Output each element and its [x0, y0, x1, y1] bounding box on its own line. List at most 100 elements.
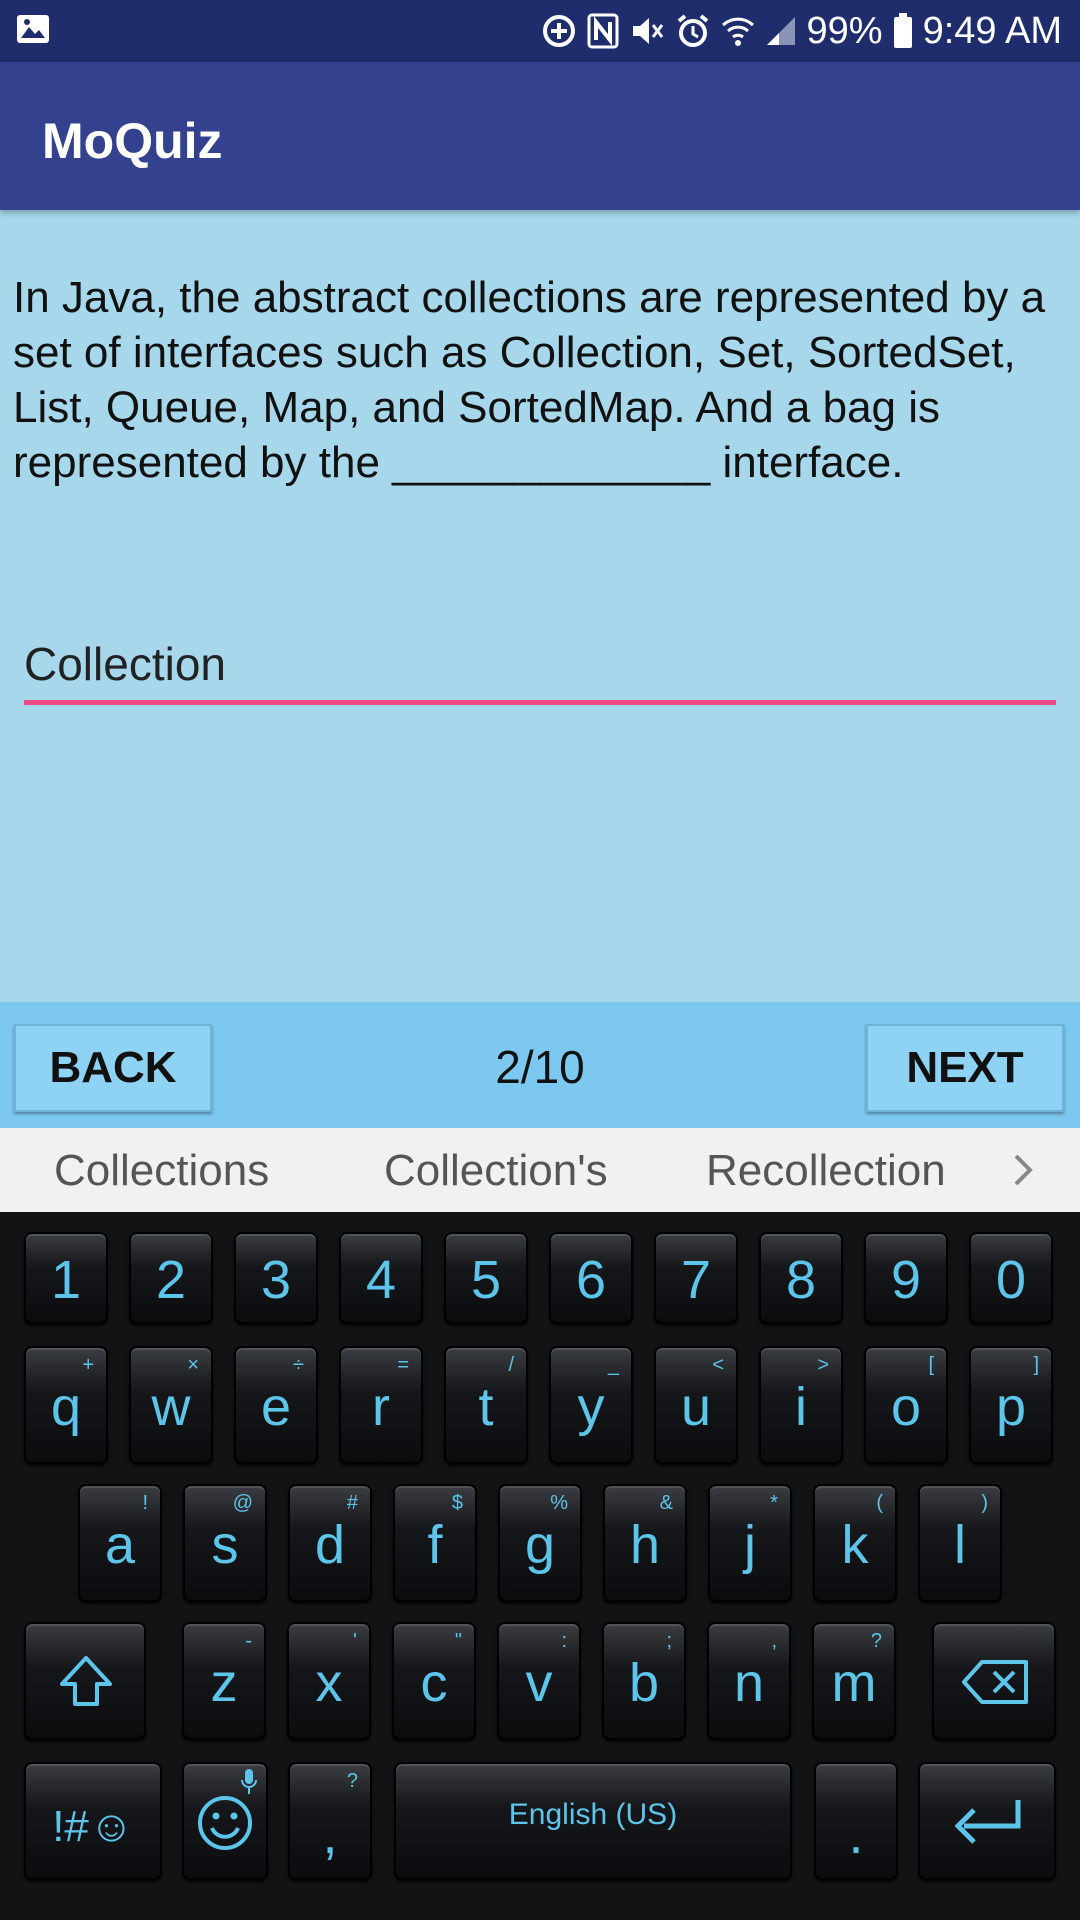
battery-percent: 99%	[806, 9, 883, 52]
comma-key[interactable]: ? ,	[288, 1762, 372, 1880]
key-label: a	[104, 1515, 136, 1575]
key-8[interactable]: 8	[759, 1232, 843, 1324]
period-key[interactable]: .	[814, 1762, 898, 1880]
key-1[interactable]: 1	[24, 1232, 108, 1324]
symbols-key[interactable]: !#☺	[24, 1762, 162, 1880]
key-hint: ?	[870, 1630, 882, 1652]
key-z[interactable]: -z	[182, 1622, 266, 1740]
key-h[interactable]: & h	[603, 1484, 687, 1602]
key-x[interactable]: ' x	[287, 1622, 371, 1740]
key-label: j	[744, 1515, 756, 1575]
key-hint: :	[561, 1630, 567, 1652]
key-hint: _	[607, 1354, 619, 1376]
key-label: l	[954, 1515, 966, 1575]
key-j[interactable]: * j	[708, 1484, 792, 1602]
enter-key[interactable]	[918, 1762, 1056, 1880]
shift-icon	[60, 1656, 112, 1706]
key-e[interactable]: ÷ e	[234, 1346, 318, 1464]
key-m[interactable]: ? m	[812, 1622, 896, 1740]
key-hint: "	[454, 1630, 462, 1652]
key-q[interactable]: + q	[24, 1346, 108, 1464]
key-hint: >	[817, 1354, 829, 1376]
key-y[interactable]: _ y	[549, 1346, 633, 1464]
next-button[interactable]: NEXT	[866, 1024, 1064, 1112]
key-hint: *	[770, 1492, 778, 1514]
key-a[interactable]: ! a	[78, 1484, 162, 1602]
key-i[interactable]: > i	[759, 1346, 843, 1464]
key-label: p	[995, 1377, 1027, 1437]
battery-icon	[893, 13, 913, 49]
alarm-icon	[675, 13, 711, 49]
suggestion-item[interactable]: Collections	[54, 1146, 269, 1196]
smiley-icon	[198, 1796, 252, 1850]
key-label: n	[733, 1653, 765, 1713]
key-label: f	[427, 1515, 443, 1575]
key-7[interactable]: 7	[654, 1232, 738, 1324]
key-label: e	[260, 1377, 292, 1437]
mic-icon	[241, 1769, 257, 1794]
suggestion-item[interactable]: Recollection	[706, 1146, 946, 1196]
data-saver-icon	[541, 13, 577, 49]
key-hint: /	[508, 1354, 514, 1376]
key-hint: +	[82, 1354, 94, 1376]
answer-input[interactable]	[24, 628, 1056, 705]
key-label: t	[478, 1377, 494, 1437]
key-p[interactable]: ] p	[969, 1346, 1053, 1464]
key-label: i	[795, 1377, 807, 1437]
key-hint: ;	[666, 1630, 672, 1652]
key-label: s	[211, 1515, 239, 1575]
key-label: 7	[680, 1250, 712, 1310]
key-v[interactable]: :v	[497, 1622, 581, 1740]
key-g[interactable]: % g	[498, 1484, 582, 1602]
back-button[interactable]: BACK	[14, 1024, 212, 1112]
key-l[interactable]: ) l	[918, 1484, 1002, 1602]
key-hint: !	[142, 1492, 148, 1514]
key-2[interactable]: 2	[129, 1232, 213, 1324]
key-label: 9	[890, 1250, 922, 1310]
key-f[interactable]: $ f	[393, 1484, 477, 1602]
chevron-right-icon[interactable]	[1010, 1150, 1038, 1195]
key-5[interactable]: 5	[444, 1232, 528, 1324]
space-key[interactable]: English (US)	[394, 1762, 792, 1880]
key-4[interactable]: 4	[339, 1232, 423, 1324]
key-u[interactable]: < u	[654, 1346, 738, 1464]
key-hint: ÷	[293, 1354, 304, 1376]
emoji-key[interactable]	[182, 1762, 268, 1880]
key-label: x	[315, 1653, 343, 1713]
key-w[interactable]: × w	[129, 1346, 213, 1464]
key-label: 2	[155, 1250, 187, 1310]
key-s[interactable]: @ s	[183, 1484, 267, 1602]
key-k[interactable]: (k	[813, 1484, 897, 1602]
key-6[interactable]: 6	[549, 1232, 633, 1324]
key-label: 5	[470, 1250, 502, 1310]
signal-icon	[765, 15, 797, 47]
suggestion-item[interactable]: Collection's	[384, 1146, 608, 1196]
key-3[interactable]: 3	[234, 1232, 318, 1324]
key-r[interactable]: = r	[339, 1346, 423, 1464]
key-n[interactable]: ,n	[707, 1622, 791, 1740]
key-hint: ,	[771, 1630, 777, 1652]
key-label: b	[628, 1653, 660, 1713]
key-t[interactable]: / t	[444, 1346, 528, 1464]
key-label: g	[524, 1515, 556, 1575]
key-label: w	[151, 1377, 191, 1437]
key-9[interactable]: 9	[864, 1232, 948, 1324]
keyboard: !#☺ ? , English (US) . 1 2 3 4 5 6 7 8 9…	[0, 1212, 1080, 1920]
key-hint: (	[876, 1492, 883, 1514]
key-0[interactable]: 0	[969, 1232, 1053, 1324]
clock: 9:49 AM	[922, 9, 1062, 52]
wifi-icon	[721, 14, 755, 48]
key-o[interactable]: [o	[864, 1346, 948, 1464]
key-c[interactable]: " c	[392, 1622, 476, 1740]
shift-key[interactable]	[24, 1622, 146, 1740]
key-label: 1	[50, 1250, 82, 1310]
key-label: o	[890, 1377, 922, 1437]
key-label: 0	[995, 1250, 1027, 1310]
key-d[interactable]: # d	[288, 1484, 372, 1602]
key-hint: =	[397, 1354, 409, 1376]
status-bar: 99% 9:49 AM	[0, 0, 1080, 62]
backspace-key[interactable]	[932, 1622, 1056, 1740]
key-b[interactable]: ; b	[602, 1622, 686, 1740]
navigation-bar: BACK 2/10 NEXT	[0, 1002, 1080, 1128]
key-label: r	[372, 1377, 390, 1437]
